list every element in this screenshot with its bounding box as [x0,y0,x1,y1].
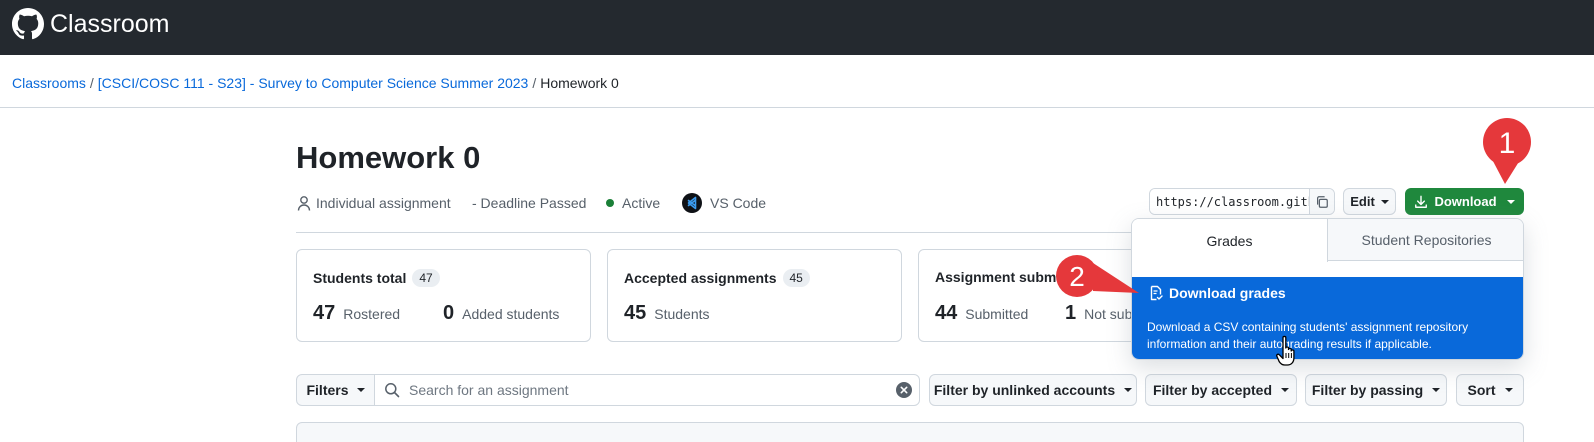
card-title-label: Assignment submis [935,269,1069,285]
breadcrumb-current: Homework 0 [540,75,619,91]
count-badge: 45 [782,269,810,287]
chevron-down-icon [1281,388,1290,392]
stat-value: 45 [624,302,647,324]
tab-label: Grades [1206,232,1253,249]
stat-value: 1 [1065,302,1077,324]
stat-students: 45 Students [624,302,710,325]
stat-value: 47 [313,302,336,324]
stat-label: Students [654,306,710,322]
download-tabs: Grades Student Repositories [1132,219,1523,262]
chevron-down-icon [1124,388,1133,392]
filter-accepted-button[interactable]: Filter by accepted [1145,374,1297,406]
page-title: Homework 0 [296,140,481,175]
download-dropdown-menu: Grades Student Repositories Download gra… [1131,218,1524,360]
download-grades-description: Download a CSV containing students' assi… [1147,320,1469,351]
brand-title[interactable]: Classroom [50,10,169,38]
breadcrumb-classrooms-link[interactable]: Classrooms [12,75,86,91]
download-grades-label: Download grades [1169,285,1286,301]
deadline-status: - Deadline Passed [472,194,586,212]
github-octocat-icon[interactable] [12,8,44,40]
vscode-icon [682,193,702,213]
filter-passing-button[interactable]: Filter by passing [1305,374,1447,406]
sort-button[interactable]: Sort [1456,374,1524,406]
editor-label: VS Code [710,195,767,211]
filters-button[interactable]: Filters [296,374,375,406]
assignment-type-label: Individual assignment [316,195,451,211]
filter-unlinked-label: Filter by unlinked accounts [933,382,1116,398]
students-total-card: Students total 47 47 Rostered 0 Added st… [296,249,591,342]
filter-accepted-label: Filter by accepted [1152,382,1273,398]
stat-value: 0 [443,302,455,324]
active-label: Active [622,195,661,211]
sort-label: Sort [1467,382,1496,398]
breadcrumb-separator: / [532,75,537,91]
invitation-url-input[interactable] [1150,189,1309,214]
editor-info: VS Code [682,193,767,213]
callout-marker-1: 1 [1483,118,1531,184]
tab-grades[interactable]: Grades [1132,219,1328,262]
stat-rostered: 47 Rostered [313,302,400,325]
deadline-label: - Deadline Passed [472,195,587,211]
callout-number: 1 [1499,127,1516,160]
tab-label: Student Repositories [1361,232,1492,248]
search-input[interactable] [409,376,896,404]
assignment-type: Individual assignment [297,194,451,212]
chevron-down-icon [1432,388,1441,392]
chevron-down-icon [1506,199,1515,204]
breadcrumb-separator: / [89,75,94,91]
stat-not-submitted: 1 Not sub [1065,302,1132,325]
callout-marker-2: 2 [1056,255,1139,297]
active-status: Active [606,194,660,212]
accepted-assignments-card: Accepted assignments 45 45 Students [607,249,902,342]
card-title-label: Students total [313,270,407,286]
tab-student-repositories[interactable]: Student Repositories [1328,219,1523,261]
clear-search-icon[interactable] [896,382,912,398]
stat-submitted: 44 Submitted [935,302,1028,325]
edit-button[interactable]: Edit [1343,188,1396,215]
stat-label: Rostered [343,306,401,322]
filter-passing-label: Filter by passing [1311,382,1424,398]
card-title-label: Accepted assignments [624,270,777,286]
stat-label: Added students [462,306,560,322]
chevron-down-icon [1504,388,1513,392]
chevron-down-icon [1380,199,1389,204]
copy-icon [1317,195,1328,208]
search-field [374,374,920,406]
person-icon [297,196,311,211]
count-badge: 47 [412,269,440,287]
card-title: Students total 47 [313,269,440,287]
edit-button-label: Edit [1350,194,1375,209]
stat-label: Not sub [1084,306,1133,322]
copy-url-button[interactable] [1309,189,1334,214]
hand-cursor-icon [1276,335,1295,366]
breadcrumb-classroom-link[interactable]: [CSCI/COSC 111 - S23] - Survey to Comput… [98,75,529,91]
active-dot-icon [606,199,614,207]
download-button-label: Download [1434,194,1497,209]
breadcrumb: Classrooms / [CSCI/COSC 111 - S23] - Surve… [12,74,619,92]
assignments-table-header [296,422,1524,442]
chevron-down-icon [356,388,365,392]
top-navigation-bar: Classroom [0,0,1594,55]
stat-added-students: 0 Added students [443,302,559,325]
download-icon [1415,195,1428,208]
stat-value: 44 [935,302,958,324]
file-check-icon [1150,285,1163,301]
card-title: Assignment submis [935,269,1068,285]
card-title: Accepted assignments 45 [624,269,810,287]
filters-button-label: Filters [306,382,349,398]
download-grades-title: Download grades [1148,285,1286,301]
filter-unlinked-accounts-button[interactable]: Filter by unlinked accounts [929,374,1137,406]
stat-label: Submitted [965,306,1029,322]
download-button[interactable]: Download [1405,188,1524,215]
download-grades-item[interactable]: Download grades Download a CSV containin… [1132,277,1523,359]
search-icon [385,383,400,398]
invitation-url-field [1149,188,1335,215]
callout-number: 2 [1069,261,1085,292]
header-divider [0,107,1594,108]
